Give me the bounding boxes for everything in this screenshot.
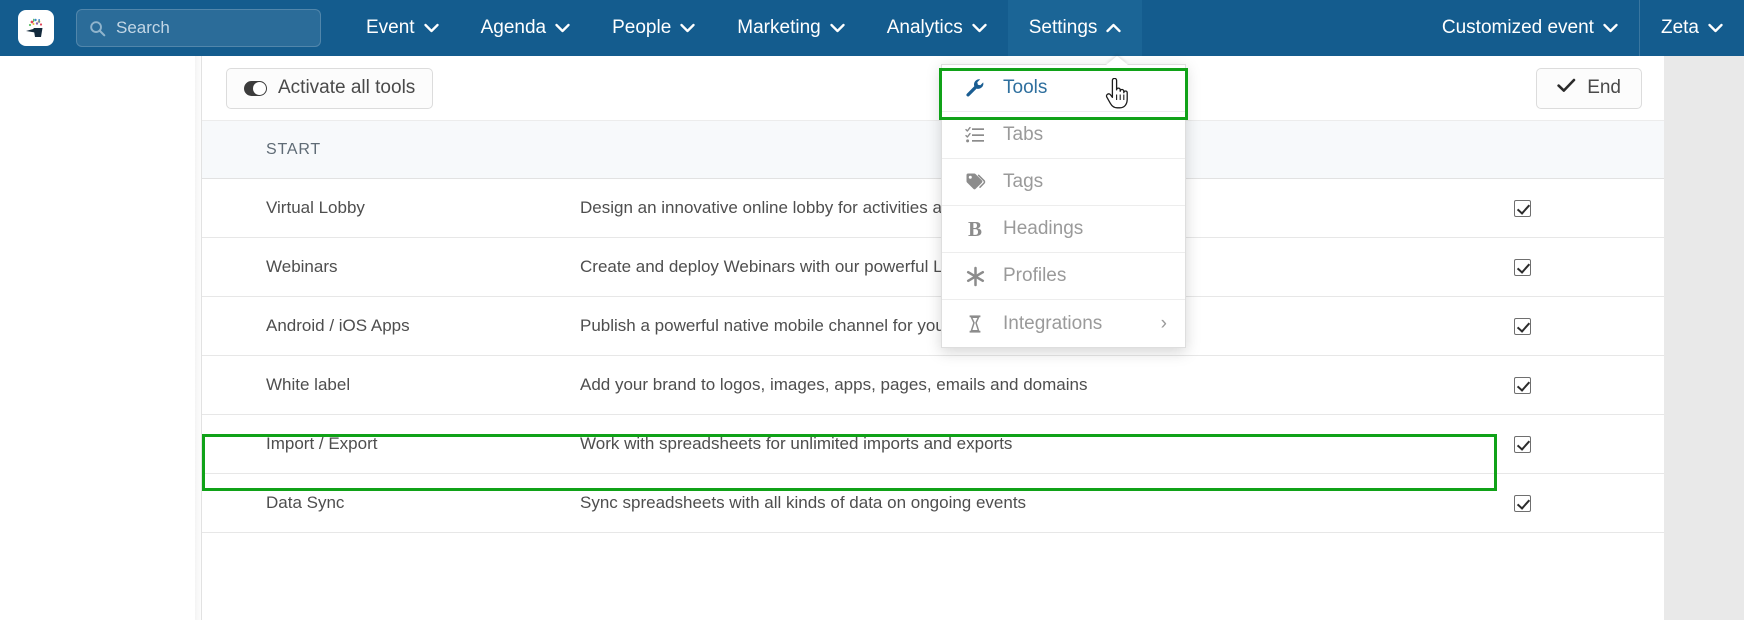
chevron-down-icon: [972, 17, 987, 39]
nav-item-label: Marketing: [737, 17, 821, 38]
tool-enabled-cell: [1380, 296, 1664, 356]
tool-enabled-checkbox[interactable]: [1513, 495, 1531, 513]
nav-item-event[interactable]: Event: [345, 0, 460, 56]
tool-name: Webinars: [202, 237, 580, 297]
page-body: Activate all tools End START Virtual Lob…: [0, 56, 1744, 620]
plug-icon: [964, 314, 986, 334]
nav-item-marketing[interactable]: Marketing: [716, 0, 865, 56]
toggle-switch-icon: [244, 80, 267, 96]
end-button[interactable]: End: [1536, 67, 1642, 109]
menu-item-label: Headings: [1003, 218, 1084, 239]
table-header-row: START: [202, 120, 1664, 179]
tool-enabled-checkbox[interactable]: [1513, 200, 1531, 218]
table-row[interactable]: Android / iOS Apps Publish a powerful na…: [202, 296, 1664, 356]
chevron-down-icon: [830, 17, 845, 39]
tool-enabled-cell: [1380, 178, 1664, 238]
nav-item-label: Settings: [1028, 17, 1098, 38]
tool-enabled-checkbox[interactable]: [1513, 259, 1531, 277]
header-section: START: [202, 120, 580, 179]
list-check-icon: [964, 125, 986, 145]
dropdown-arrow: [1106, 56, 1128, 65]
tools-table-body: Virtual Lobby Design an innovative onlin…: [202, 178, 1664, 533]
nav-item-label: Analytics: [886, 17, 963, 38]
asterisk-icon: [964, 266, 986, 287]
menu-item-tabs[interactable]: Tabs: [942, 112, 1185, 159]
search-input[interactable]: [116, 18, 296, 38]
end-label: End: [1587, 77, 1621, 98]
panel-toolbar: Activate all tools End: [202, 56, 1664, 120]
menu-item-tools[interactable]: Tools: [942, 65, 1185, 112]
tools-table-head: START: [202, 120, 1664, 179]
nav-item-customized-event[interactable]: Customized event: [1421, 0, 1639, 56]
tools-panel: Activate all tools End START Virtual Lob…: [202, 56, 1664, 620]
chevron-up-icon: [1106, 17, 1122, 39]
menu-item-integrations[interactable]: Integrations ›: [942, 300, 1185, 347]
menu-item-label: Tags: [1003, 171, 1044, 192]
header-enabled: [1380, 120, 1664, 179]
chevron-down-icon: [1708, 17, 1723, 39]
nav-item-analytics[interactable]: Analytics: [866, 0, 1008, 56]
menu-item-label: Tools: [1003, 77, 1048, 98]
app-logo[interactable]: [18, 10, 54, 46]
table-row[interactable]: Import / Export Work with spreadsheets f…: [202, 414, 1664, 474]
menu-item-label: Tabs: [1003, 124, 1044, 145]
nav-item-agenda[interactable]: Agenda: [460, 0, 592, 56]
chevron-down-icon: [423, 17, 439, 39]
nav-item-label: Customized event: [1441, 17, 1594, 38]
nav-item-label: Agenda: [480, 17, 547, 38]
primary-nav-menu: Event Agenda People Marketing Analytics: [345, 0, 1143, 56]
bold-b-icon: B: [967, 216, 982, 241]
menu-item-label: Profiles: [1003, 265, 1067, 286]
secondary-nav-menu: Customized event Zeta: [1421, 0, 1744, 56]
menu-item-label: Integrations: [1003, 312, 1103, 334]
check-icon: [1557, 77, 1576, 99]
tool-enabled-checkbox[interactable]: [1513, 318, 1531, 336]
tool-name: Android / iOS Apps: [202, 296, 580, 356]
activate-all-tools-label: Activate all tools: [278, 77, 416, 98]
nav-item-people[interactable]: People: [591, 0, 716, 56]
menu-item-headings[interactable]: B Headings: [942, 206, 1185, 253]
tool-enabled-checkbox[interactable]: [1513, 436, 1531, 454]
table-row-white-label[interactable]: White label Add your brand to logos, ima…: [202, 355, 1664, 415]
chevron-down-icon: [555, 17, 570, 39]
right-background-strip: [1664, 56, 1744, 620]
tool-enabled-checkbox[interactable]: [1513, 377, 1531, 395]
tool-name: Import / Export: [202, 414, 580, 474]
tool-enabled-cell: [1380, 414, 1664, 474]
left-sidebar-strip: [0, 56, 202, 620]
tool-enabled-cell: [1380, 237, 1664, 297]
tool-name: Data Sync: [202, 473, 580, 533]
tool-name: White label: [202, 355, 580, 415]
tool-enabled-cell: [1380, 355, 1664, 415]
chevron-down-icon: [680, 17, 695, 39]
tool-description: Add your brand to logos, images, apps, p…: [580, 355, 1380, 415]
tag-icon: [964, 172, 986, 192]
nav-item-account[interactable]: Zeta: [1640, 0, 1744, 56]
menu-item-tags[interactable]: Tags: [942, 159, 1185, 206]
table-row[interactable]: Virtual Lobby Design an innovative onlin…: [202, 178, 1664, 238]
nav-item-label: People: [612, 17, 672, 38]
tool-name: Virtual Lobby: [202, 178, 580, 238]
nav-item-label: Zeta: [1660, 17, 1699, 38]
chevron-down-icon: [1603, 17, 1618, 39]
table-row[interactable]: Data Sync Sync spreadsheets with all kin…: [202, 473, 1664, 533]
table-row[interactable]: Webinars Create and deploy Webinars with…: [202, 237, 1664, 297]
wrench-icon: [964, 78, 986, 98]
tool-description: Sync spreadsheets with all kinds of data…: [580, 473, 1380, 533]
nav-item-label: Event: [366, 17, 415, 38]
chevron-right-icon: ›: [1160, 312, 1167, 334]
top-navigation-bar: Event Agenda People Marketing Analytics: [0, 0, 1744, 56]
logo-graphic: [21, 13, 51, 43]
tool-enabled-cell: [1380, 473, 1664, 533]
tools-table: START Virtual Lobby Design an innovative…: [202, 120, 1664, 533]
activate-all-tools-button[interactable]: Activate all tools: [226, 67, 434, 109]
menu-item-profiles[interactable]: Profiles: [942, 253, 1185, 300]
search-box[interactable]: [76, 9, 321, 47]
nav-item-settings[interactable]: Settings: [1007, 0, 1143, 56]
tool-description: Work with spreadsheets for unlimited imp…: [580, 414, 1380, 474]
settings-dropdown-menu: Tools Tabs Tags B Headings Profiles Inte…: [941, 64, 1186, 348]
search-icon: [89, 20, 106, 37]
